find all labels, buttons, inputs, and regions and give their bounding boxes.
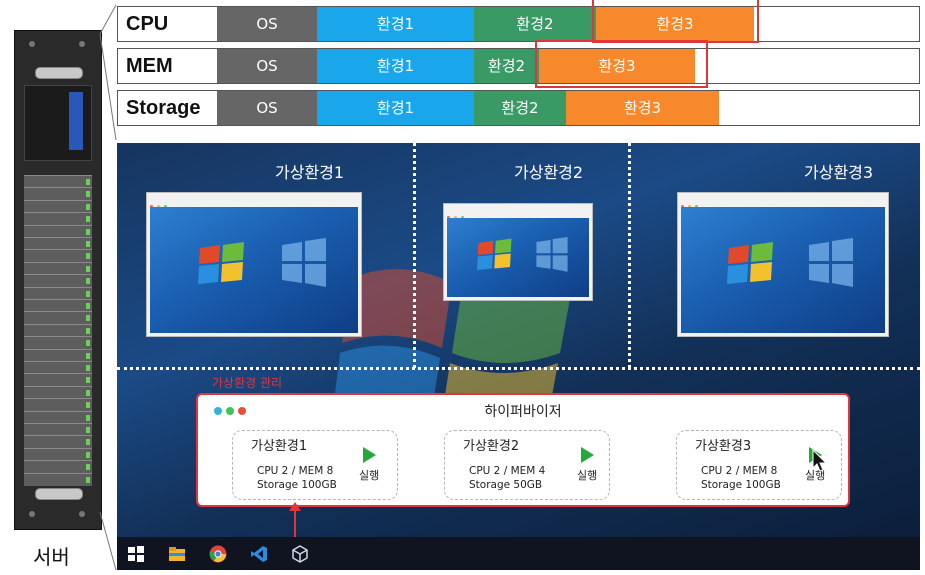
drive-bay: [24, 224, 92, 238]
windows-logo-icon: [282, 238, 326, 287]
drive-bay: [24, 361, 92, 374]
highlight-box: [592, 0, 759, 43]
windows-flag-icon: [727, 242, 773, 284]
resource-track: OS 환경1 환경2 환경3: [217, 6, 920, 42]
resource-label: CPU: [117, 6, 218, 42]
drive-bay: [24, 385, 92, 399]
vm-card-spec: CPU 2 / MEM 8 Storage 100GB: [701, 465, 781, 491]
vm-card-2: 가상환경2 CPU 2 / MEM 4 Storage 50GB 실행: [444, 430, 610, 500]
rack-control-panel: [24, 85, 92, 161]
manager-label: 가상환경 관리: [212, 376, 283, 390]
drive-bay: [24, 336, 92, 350]
drive-bay: [24, 311, 92, 325]
windows-logo-icon: [809, 238, 853, 287]
vm-card-spec: CPU 2 / MEM 4 Storage 50GB: [469, 465, 546, 491]
segment-os: OS: [217, 49, 317, 83]
segment-e2: 환경2: [474, 91, 566, 125]
rack-screw: [29, 511, 35, 517]
drive-bay: [24, 472, 92, 486]
windows-logo-icon: [536, 237, 568, 272]
drive-bay: [24, 348, 92, 362]
drive-bay: [24, 299, 92, 312]
drive-bay: [24, 175, 92, 188]
segment-e3: 환경3: [566, 91, 719, 125]
vm-card-name: 가상환경2: [463, 439, 520, 454]
windows-flag-icon: [477, 238, 512, 270]
highlight-box: [535, 40, 708, 88]
taskbar: [117, 537, 920, 570]
vm-divider: [413, 143, 416, 368]
vscode-icon[interactable]: [250, 545, 268, 563]
mouse-cursor-icon: [812, 449, 828, 472]
vm-card-1: 가상환경1 CPU 2 / MEM 8 Storage 100GB 실행: [232, 430, 398, 500]
drive-bay: [24, 261, 92, 275]
vm-label-3: 가상환경3: [804, 163, 874, 182]
windows-flag-icon: [198, 242, 244, 284]
vm-card-spec: CPU 2 / MEM 8 Storage 100GB: [257, 465, 337, 491]
rack-led-panel: [69, 92, 83, 150]
resource-track: OS 환경1 환경2 환경3: [217, 90, 920, 126]
vm-window-2[interactable]: [443, 203, 593, 301]
segment-e1: 환경1: [317, 91, 474, 125]
virtualbox-icon[interactable]: [291, 545, 309, 563]
drive-bay: [24, 212, 92, 226]
server-rack-illustration: [14, 30, 102, 530]
rack-handle-top: [35, 67, 83, 79]
play-icon[interactable]: [363, 447, 376, 463]
drive-bay: [24, 373, 92, 387]
hypervisor-panel: 하이퍼바이저 가상환경1 CPU 2 / MEM 8 Storage 100GB…: [196, 393, 850, 507]
segment-os: OS: [217, 7, 317, 41]
resource-label: MEM: [117, 48, 218, 84]
vm-card-name: 가상환경3: [695, 439, 752, 454]
vm-screen: [681, 207, 885, 333]
chrome-icon[interactable]: [209, 545, 227, 563]
drive-bay: [24, 435, 92, 449]
hypervisor-title: 하이퍼바이저: [484, 404, 562, 420]
windows-start-icon[interactable]: [127, 545, 145, 563]
drive-bay: [24, 237, 92, 250]
drive-bay: [24, 423, 92, 436]
segment-e1: 환경1: [317, 7, 474, 41]
drive-bay: [24, 460, 92, 474]
rack-screw: [29, 41, 35, 47]
rack-screw: [79, 41, 85, 47]
vm-label-1: 가상환경1: [275, 163, 345, 182]
resource-label: Storage: [117, 90, 218, 126]
drive-bay: [24, 398, 92, 412]
drive-bay: [24, 187, 92, 201]
drive-bay: [24, 199, 92, 213]
vm-screen: [150, 207, 358, 333]
file-explorer-icon[interactable]: [168, 545, 186, 563]
segment-e2: 환경2: [474, 49, 539, 83]
drive-bay: [24, 249, 92, 263]
vm-label-2: 가상환경2: [514, 163, 584, 182]
play-icon[interactable]: [581, 447, 594, 463]
drive-bay: [24, 286, 92, 300]
desktop-divider: [117, 367, 920, 370]
segment-os: OS: [217, 91, 317, 125]
vm-window-1[interactable]: [146, 192, 362, 337]
segment-e1: 환경1: [317, 49, 474, 83]
drive-bay: [24, 274, 92, 288]
vm-card-name: 가상환경1: [251, 439, 308, 454]
rack-screw: [79, 511, 85, 517]
vm-screen: [447, 218, 589, 297]
server-caption: 서버: [33, 545, 70, 569]
run-button[interactable]: 실행: [577, 467, 597, 483]
vm-window-3[interactable]: [677, 192, 889, 337]
hypervisor-arrow: [289, 502, 301, 542]
drive-bay: [24, 447, 92, 461]
drive-bay: [24, 323, 92, 337]
segment-e2: 환경2: [474, 7, 596, 41]
vm-divider: [628, 143, 631, 368]
run-button[interactable]: 실행: [359, 467, 379, 483]
drive-bay: [24, 410, 92, 424]
rack-handle-bottom: [35, 488, 83, 500]
